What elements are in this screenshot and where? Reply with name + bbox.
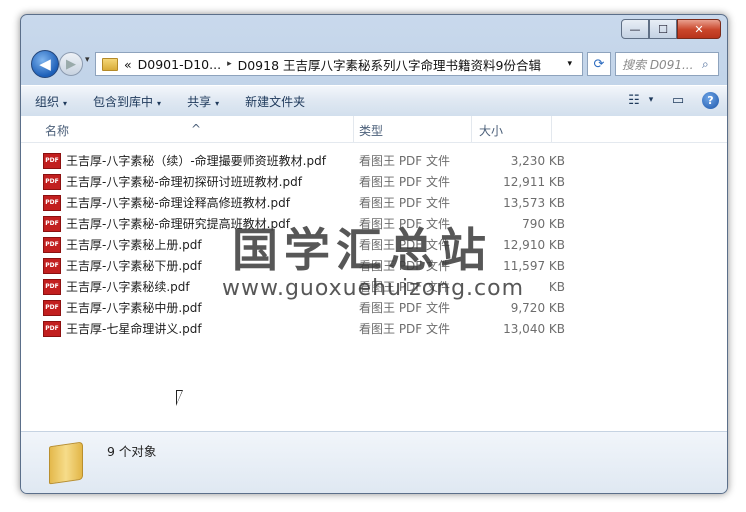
share-button[interactable]: 共享 ▾ — [187, 93, 219, 110]
column-headers: 名称 ^ 类型 大小 — [21, 116, 727, 143]
view-dropdown-icon[interactable]: ▾ — [646, 90, 656, 110]
pdf-file-icon: PDF — [43, 278, 61, 295]
search-icon[interactable]: ⌕ — [702, 57, 718, 72]
refresh-icon: ⟳ — [593, 56, 605, 72]
navigation-bar: ◀ ▶ ▾ « D0901-D10... ▸ D0918 王吉厚八字素秘系列八字… — [21, 47, 727, 81]
address-bar[interactable]: « D0901-D10... ▸ D0918 王吉厚八字素秘系列八字命理书籍资料… — [95, 52, 583, 76]
item-count: 9 个对象 — [107, 444, 157, 459]
file-row[interactable]: PDF 王吉厚-八字素秘-命理初探研讨班班教材.pdf 看图王 PDF 文件 12,9… — [43, 171, 643, 192]
help-icon[interactable]: ? — [702, 91, 719, 109]
sort-ascending-icon: ^ — [191, 122, 202, 136]
watermark-text: 国学汇总站 — [232, 223, 492, 277]
minimize-button[interactable]: — — [621, 19, 649, 39]
file-name[interactable]: 王吉厚-八字素秘中册.pdf — [66, 299, 356, 316]
file-type: 看图王 PDF 文件 — [359, 154, 451, 168]
window-controls: — ☐ ✕ — [621, 19, 721, 39]
file-size: 13,573 KB — [503, 195, 565, 210]
new-folder-button[interactable]: 新建文件夹 — [245, 93, 305, 110]
file-type: 看图王 PDF 文件 — [359, 196, 451, 210]
close-button[interactable]: ✕ — [677, 19, 721, 39]
chevron-down-icon: ▾ — [157, 98, 162, 108]
organize-button[interactable]: 组织 ▾ — [35, 93, 67, 110]
refresh-button[interactable]: ⟳ — [587, 52, 611, 76]
breadcrumb-item-current[interactable]: D0918 王吉厚八字素秘系列八字命理书籍资料9份合辑 — [238, 55, 541, 74]
chevron-down-icon: ▾ — [63, 98, 68, 108]
maximize-button[interactable]: ☐ — [649, 19, 677, 39]
share-label: 共享 — [187, 94, 212, 109]
file-name[interactable]: 王吉厚-八字素秘（续）-命理撮要师资班教材.pdf — [66, 152, 356, 169]
column-divider[interactable] — [471, 116, 472, 142]
search-box[interactable]: 搜索 D091... ⌕ — [615, 52, 719, 76]
search-input[interactable]: 搜索 D091... — [616, 56, 702, 73]
pdf-file-icon: PDF — [43, 257, 61, 274]
column-header-name[interactable]: 名称 — [45, 122, 69, 139]
column-divider[interactable] — [353, 116, 354, 142]
folder-icon — [102, 57, 118, 71]
breadcrumb-overflow[interactable]: « — [124, 57, 132, 72]
preview-pane-icon[interactable]: ▭ — [668, 90, 688, 110]
pdf-file-icon: PDF — [43, 173, 61, 190]
file-type: 看图王 PDF 文件 — [359, 175, 451, 189]
file-row[interactable]: PDF 王吉厚-八字素秘（续）-命理撮要师资班教材.pdf 看图王 PDF 文件 3,… — [43, 150, 643, 171]
column-divider[interactable] — [551, 116, 552, 142]
pdf-file-icon: PDF — [43, 299, 61, 316]
chevron-right-icon[interactable]: ▸ — [227, 59, 232, 69]
file-size: 13,040 KB — [503, 321, 565, 336]
organize-label: 组织 — [35, 94, 60, 109]
view-options-icon[interactable]: ☷ — [624, 90, 644, 110]
details-pane: 9 个对象 — [21, 431, 727, 493]
command-bar: 组织 ▾ 包含到库中 ▾ 共享 ▾ 新建文件夹 ☷ ▾ ▭ ? — [21, 85, 727, 117]
include-in-library-button[interactable]: 包含到库中 ▾ — [93, 93, 161, 110]
chevron-down-icon: ▾ — [215, 98, 220, 108]
file-name[interactable]: 王吉厚-八字素秘-命理诠释高修班教材.pdf — [66, 194, 356, 211]
forward-button[interactable]: ▶ — [59, 52, 83, 76]
file-row[interactable]: PDF 王吉厚-八字素秘-命理诠释高修班教材.pdf 看图王 PDF 文件 13,57… — [43, 192, 643, 213]
file-size: 9,720 KB — [510, 300, 565, 315]
pdf-file-icon: PDF — [43, 152, 61, 169]
pdf-file-icon: PDF — [43, 320, 61, 337]
include-library-label: 包含到库中 — [93, 94, 154, 109]
back-arrow-icon: ◀ — [39, 55, 51, 73]
pdf-file-icon: PDF — [43, 194, 61, 211]
file-type: 看图王 PDF 文件 — [359, 301, 451, 315]
pdf-file-icon: PDF — [43, 236, 61, 253]
file-row[interactable]: PDF 王吉厚-七星命理讲义.pdf 看图王 PDF 文件 13,040 KB — [43, 318, 643, 339]
pdf-file-icon: PDF — [43, 215, 61, 232]
file-size: 3,230 KB — [510, 153, 565, 168]
folder-icon — [49, 441, 83, 485]
forward-arrow-icon: ▶ — [66, 56, 76, 72]
view-controls: ☷ ▾ ▭ ? — [612, 90, 719, 110]
column-header-size[interactable]: 大小 — [479, 122, 503, 139]
column-header-type[interactable]: 类型 — [359, 122, 383, 139]
file-name[interactable]: 王吉厚-八字素秘-命理初探研讨班班教材.pdf — [66, 173, 356, 190]
watermark-url: www.guoxuehuizong.com — [222, 276, 525, 301]
back-button[interactable]: ◀ — [31, 50, 59, 78]
file-size: 12,911 KB — [503, 174, 565, 189]
mouse-cursor-icon — [176, 390, 183, 406]
file-type: 看图王 PDF 文件 — [359, 322, 451, 336]
recent-pages-dropdown[interactable]: ▾ — [85, 55, 90, 65]
address-dropdown-icon[interactable]: ▾ — [567, 59, 572, 69]
breadcrumb-item-parent[interactable]: D0901-D10... — [138, 57, 221, 72]
file-name[interactable]: 王吉厚-七星命理讲义.pdf — [66, 320, 356, 337]
